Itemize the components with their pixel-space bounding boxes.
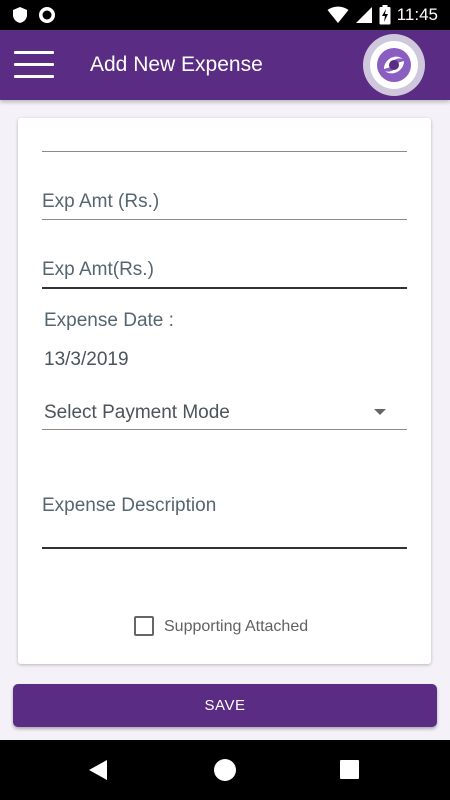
- exp-amount-secondary-underline: [42, 287, 407, 289]
- app-logo: [363, 34, 425, 96]
- exp-amount-underline: [42, 219, 407, 220]
- wifi-icon: x: [327, 6, 349, 24]
- back-icon[interactable]: [88, 759, 108, 781]
- status-time: 11:45: [396, 5, 438, 24]
- battery-charging-icon: [379, 5, 391, 25]
- save-button[interactable]: SAVE: [13, 684, 437, 727]
- app-bar: Add New Expense: [0, 30, 450, 100]
- home-icon[interactable]: [214, 759, 236, 781]
- menu-icon[interactable]: [14, 51, 56, 81]
- payment-mode-dropdown[interactable]: Select Payment Mode: [44, 402, 230, 424]
- expense-form-card: Exp Amt (Rs.) Exp Amt(Rs.) Expense Date …: [18, 118, 431, 664]
- supporting-attached-checkbox[interactable]: [134, 616, 154, 636]
- cell-signal-icon: [355, 7, 372, 23]
- system-nav-bar: [0, 740, 450, 800]
- expense-description-underline: [42, 547, 407, 549]
- status-bar: x 11:45: [0, 0, 450, 30]
- page-title: Add New Expense: [90, 53, 263, 76]
- expense-date-label: Expense Date :: [44, 310, 174, 331]
- recent-apps-icon[interactable]: [340, 760, 359, 779]
- payment-mode-underline: [42, 429, 407, 430]
- circle-record-icon: [39, 7, 55, 23]
- expense-date-value[interactable]: 13/3/2019: [44, 349, 129, 371]
- chevron-down-icon[interactable]: [374, 409, 386, 415]
- first-field-underline: [42, 151, 407, 152]
- exp-amount-secondary-field[interactable]: Exp Amt(Rs.): [42, 259, 154, 281]
- exp-amount-field[interactable]: Exp Amt (Rs.): [42, 191, 159, 213]
- shield-icon: [13, 7, 27, 23]
- svg-text:x: x: [341, 17, 345, 24]
- supporting-attached-label[interactable]: Supporting Attached: [164, 618, 308, 636]
- expense-description-field[interactable]: Expense Description: [42, 495, 216, 517]
- status-right-icons: x 11:45: [327, 5, 438, 25]
- status-left-icons: [12, 6, 56, 24]
